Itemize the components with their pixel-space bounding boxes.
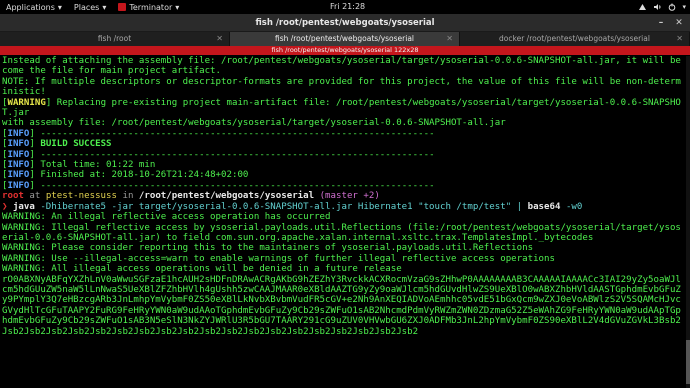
command-line[interactable]: ❯ java -Dhibernate5 -jar target/ysoseria… bbox=[2, 202, 582, 212]
output-line: [INFO] ---------------------------------… bbox=[2, 149, 435, 160]
output-line: Instead of attaching the assembly file: … bbox=[2, 56, 681, 77]
prompt-arrow-icon: ❯ bbox=[2, 201, 13, 212]
tab-label: fish /root/pentest/webgoats/ysoserial bbox=[274, 34, 415, 43]
info-tag: INFO bbox=[7, 139, 30, 150]
info-tag: INFO bbox=[7, 170, 30, 181]
terminal-title-bar[interactable]: fish /root/pentest/webgoats/ysoserial 12… bbox=[0, 46, 690, 55]
close-icon[interactable]: ✕ bbox=[216, 32, 223, 46]
warning-line: WARNING: All illegal access operations w… bbox=[2, 264, 402, 275]
base64-output: rO0ABXNyABFqYXZhLnV0aWwuSGFzaE1hcAUH2sHD… bbox=[2, 274, 681, 337]
window-title: fish /root/pentest/webgoats/ysoserial bbox=[255, 18, 435, 28]
output-text: ----------------------------------------… bbox=[34, 128, 435, 139]
terminator-label: Terminator bbox=[129, 2, 173, 12]
info-tag: INFO bbox=[7, 128, 30, 139]
window-titlebar[interactable]: fish /root/pentest/webgoats/ysoserial – … bbox=[0, 14, 690, 32]
volume-icon bbox=[654, 4, 661, 10]
output-text: Replacing pre-existing project main-arti… bbox=[2, 97, 681, 119]
places-label: Places bbox=[73, 2, 100, 12]
info-tag: INFO bbox=[7, 180, 30, 191]
system-tray[interactable]: ▾ bbox=[638, 0, 686, 14]
output-text: ----------------------------------------… bbox=[34, 180, 435, 191]
chevron-down-icon: ▾ bbox=[682, 3, 686, 11]
top-panel: Applications ▾ Places ▾ Terminator ▾ Fri… bbox=[0, 0, 690, 14]
prompt-user: root bbox=[2, 191, 24, 202]
chevron-down-icon: ▾ bbox=[57, 2, 62, 12]
output-line: [INFO] ---------------------------------… bbox=[2, 180, 435, 191]
chevron-down-icon: ▾ bbox=[102, 2, 107, 12]
output-line: NOTE: If multiple descriptors or descrip… bbox=[2, 76, 681, 98]
info-tag: INFO bbox=[7, 160, 30, 171]
prompt-text: in bbox=[117, 191, 139, 202]
tab-label: fish /root bbox=[97, 34, 132, 43]
build-success: BUILD SUCCESS bbox=[40, 139, 112, 150]
output-line: with assembly file: /root/pentest/webgoa… bbox=[2, 118, 506, 129]
command-args: -Dhibernate5 -jar target/ysoserial-0.0.6… bbox=[34, 201, 528, 212]
tab-label: docker /root/pentest/webgoats/ysoserial bbox=[499, 34, 650, 43]
scrollbar-thumb[interactable] bbox=[686, 340, 690, 384]
places-menu[interactable]: Places ▾ bbox=[68, 3, 112, 12]
output-line: [WARNING] Replacing pre-existing project… bbox=[2, 97, 681, 119]
prompt-host: ptest-nessuss bbox=[45, 191, 117, 202]
tab-fish-root[interactable]: fish /root ✕ bbox=[0, 32, 230, 46]
close-icon[interactable]: ✕ bbox=[446, 32, 453, 46]
output-text: ----------------------------------------… bbox=[34, 149, 435, 160]
warning-line: WARNING: An illegal reflective access op… bbox=[2, 212, 331, 223]
clock[interactable]: Fri 21:28 bbox=[330, 0, 365, 14]
network-icon bbox=[639, 4, 647, 10]
prompt-branch: (master +2) bbox=[314, 191, 380, 202]
terminator-app-icon bbox=[118, 3, 127, 11]
info-tag: INFO bbox=[7, 149, 30, 160]
close-icon[interactable]: ✕ bbox=[676, 32, 683, 46]
command-name: java bbox=[12, 201, 35, 212]
chevron-down-icon: ▾ bbox=[175, 2, 180, 12]
applications-label: Applications bbox=[6, 2, 55, 12]
output-line: [INFO] ---------------------------------… bbox=[2, 128, 435, 139]
output-line: [INFO] BUILD SUCCESS bbox=[2, 139, 112, 150]
power-icon bbox=[669, 3, 676, 11]
tab-fish-ysoserial[interactable]: fish /root/pentest/webgoats/ysoserial ✕ bbox=[230, 32, 460, 46]
shell-prompt: root at ptest-nessuss in /root/pentest/w… bbox=[2, 191, 380, 201]
output-text: Total time: 01:22 min bbox=[34, 160, 156, 171]
warning-line: WARNING: Please consider reporting this … bbox=[2, 243, 534, 254]
tab-bar: fish /root ✕ fish /root/pentest/webgoats… bbox=[0, 32, 690, 46]
close-button[interactable]: ✕ bbox=[672, 16, 686, 30]
command-pipe-args: -w0 bbox=[560, 201, 583, 212]
warning-tag: WARNING bbox=[7, 97, 46, 108]
tab-docker-ysoserial[interactable]: docker /root/pentest/webgoats/ysoserial … bbox=[460, 32, 690, 46]
command-pipe: base64 bbox=[527, 201, 561, 212]
output-line: [INFO] Total time: 01:22 min bbox=[2, 160, 156, 171]
terminal-output[interactable]: Instead of attaching the assembly file: … bbox=[2, 56, 686, 388]
output-line: [INFO] Finished at: 2018-10-26T21:24:48+… bbox=[2, 170, 249, 181]
warning-line: WARNING: Use --illegal-access=warn to en… bbox=[2, 253, 555, 264]
minimize-button[interactable]: – bbox=[654, 16, 668, 30]
warning-line: WARNING: Illegal reflective access by ys… bbox=[2, 222, 681, 243]
terminator-menu[interactable]: Terminator ▾ bbox=[112, 3, 185, 12]
output-text: Finished at: 2018-10-26T21:24:48+02:00 bbox=[34, 170, 249, 181]
applications-menu[interactable]: Applications ▾ bbox=[0, 3, 68, 12]
prompt-text: at bbox=[23, 191, 46, 202]
scrollbar[interactable] bbox=[686, 56, 690, 388]
prompt-path: /root/pentest/webgoats/ysoserial bbox=[138, 191, 315, 202]
